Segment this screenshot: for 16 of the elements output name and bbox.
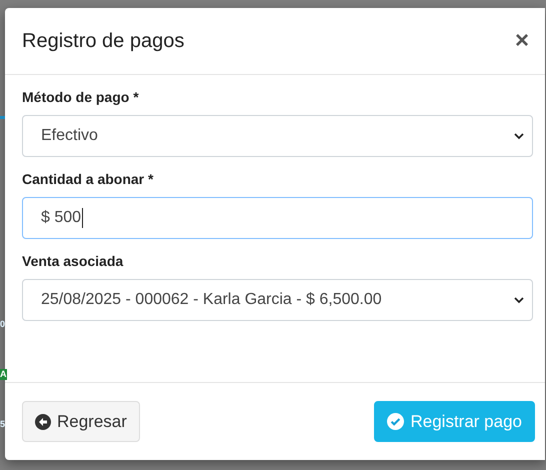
select-field[interactable]: Efectivo xyxy=(22,115,533,157)
field-label: Cantidad a abonar * xyxy=(22,171,154,187)
background-text: 0 xyxy=(0,319,6,330)
background-text: 5 xyxy=(0,419,6,430)
select-field[interactable]: 25/08/2025 - 000062 - Karla Garcia - $ 6,500.00 xyxy=(22,279,533,321)
chevron-down-icon xyxy=(514,132,524,140)
back-button[interactable]: Regresar xyxy=(22,401,140,442)
check-circle-icon xyxy=(387,413,404,430)
modal-title: Registro de pagos xyxy=(22,30,184,52)
background-text: A xyxy=(0,369,6,380)
arrow-left-circle-icon xyxy=(35,414,51,430)
close-button[interactable]: × xyxy=(510,29,533,53)
field-label: Venta asociada xyxy=(22,253,124,269)
chevron-down-icon xyxy=(514,296,524,304)
field-label: Método de pago * xyxy=(22,89,140,105)
input-field[interactable]: $ 500 xyxy=(22,197,533,239)
